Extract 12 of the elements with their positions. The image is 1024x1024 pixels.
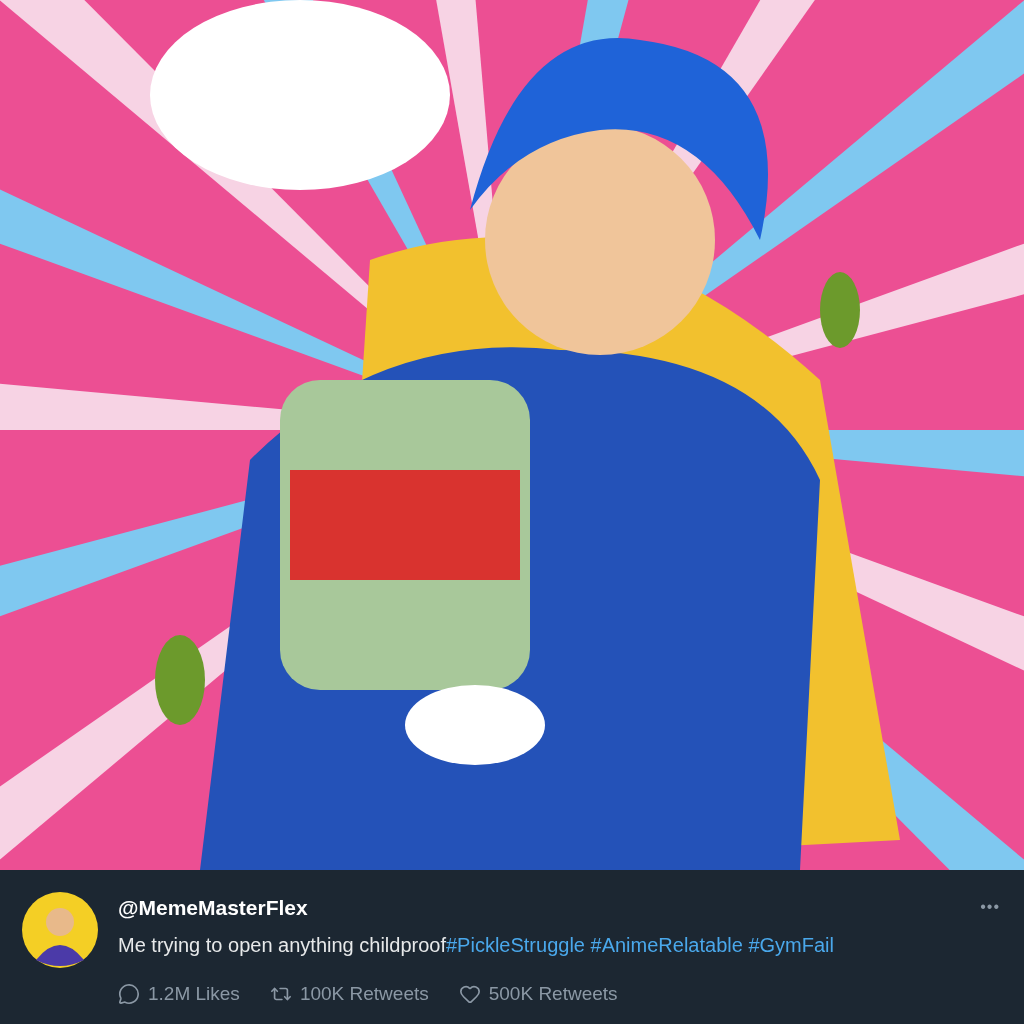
- avatar[interactable]: [22, 892, 98, 968]
- heart-icon: [458, 983, 481, 1005]
- speech-bubble-icon: [118, 983, 140, 1005]
- like-button[interactable]: 500K Retweets: [458, 983, 618, 1005]
- hashtag-link[interactable]: #GymFail: [748, 934, 834, 956]
- more-options-button[interactable]: •••: [980, 898, 1000, 916]
- reply-button[interactable]: 1.2M Likes: [118, 983, 240, 1005]
- author-handle[interactable]: @MemeMasterFlex: [118, 896, 308, 920]
- hashtag-link[interactable]: #AnimeRelatable: [590, 934, 743, 956]
- post-caption: Me trying to open anything childproof#PickleStruggle #AnimeRelatable #GymFail: [118, 934, 835, 957]
- retweet-button[interactable]: 100K Retweets: [269, 983, 429, 1005]
- hashtag-link[interactable]: #PickleStruggle: [446, 934, 585, 956]
